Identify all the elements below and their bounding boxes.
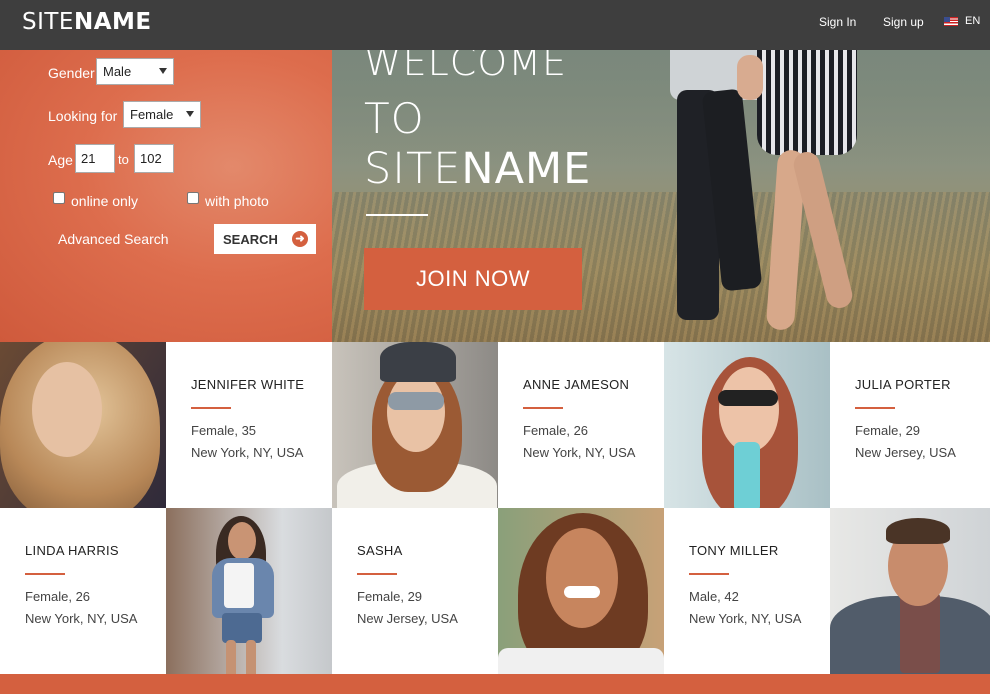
profile-location: New Jersey, USA	[357, 611, 458, 626]
language-selector[interactable]: EN	[944, 15, 980, 27]
hero-banner: WELCOME TO SITENAME JOIN NOW	[332, 50, 990, 342]
profile-gender-age: Female, 29	[855, 423, 921, 438]
profile-name[interactable]: ANNE JAMESON	[523, 377, 629, 392]
chevron-down-icon	[186, 111, 194, 117]
profile-name[interactable]: LINDA HARRIS	[25, 543, 119, 558]
arrow-right-icon: ➜	[292, 231, 308, 247]
with-photo-checkbox[interactable]	[187, 192, 199, 204]
gender-select-value: Male	[103, 64, 132, 79]
hero-divider	[366, 214, 428, 216]
sign-in-link[interactable]: Sign In	[819, 15, 856, 29]
profile-card-sasha[interactable]: SASHA Female, 29 New Jersey, USA	[332, 508, 498, 674]
age-from-input[interactable]: 21	[75, 144, 115, 173]
profile-divider	[357, 573, 397, 575]
profile-gender-age: Male, 42	[689, 589, 739, 604]
hero-title-site: SITE	[364, 144, 462, 194]
profile-divider	[25, 573, 65, 575]
search-button-label: SEARCH	[223, 231, 278, 247]
profile-divider	[689, 573, 729, 575]
profile-card-jennifer-white[interactable]: JENNIFER WHITE Female, 35 New York, NY, …	[166, 342, 332, 508]
hero-title-line1: WELCOME	[364, 50, 567, 84]
logo-light-text: SITE	[22, 9, 74, 35]
online-only-checkbox[interactable]	[53, 192, 65, 204]
profile-name[interactable]: TONY MILLER	[689, 543, 779, 558]
search-button[interactable]: SEARCH ➜	[214, 224, 316, 254]
profile-divider	[523, 407, 563, 409]
advanced-search-link[interactable]: Advanced Search	[58, 231, 169, 247]
profile-card-tony-miller[interactable]: TONY MILLER Male, 42 New York, NY, USA	[664, 508, 830, 674]
profile-gender-age: Female, 26	[523, 423, 589, 438]
profile-gender-age: Female, 26	[25, 589, 91, 604]
profile-card-julia-porter[interactable]: JULIA PORTER Female, 29 New Jersey, USA	[830, 342, 990, 508]
hero-title-line3: SITENAME	[364, 144, 591, 194]
profile-location: New York, NY, USA	[523, 445, 636, 460]
profile-photo-tony-miller[interactable]	[830, 508, 990, 674]
profile-photo-sasha[interactable]	[498, 508, 664, 674]
language-label: EN	[965, 15, 981, 27]
with-photo-label: with photo	[205, 193, 269, 209]
age-to-input[interactable]: 102	[134, 144, 174, 173]
profile-photo-linda-harris[interactable]	[166, 508, 332, 674]
age-to-label: to	[118, 152, 129, 167]
age-label: Age	[48, 152, 73, 168]
sign-up-link[interactable]: Sign up	[883, 15, 924, 29]
profile-location: New York, NY, USA	[689, 611, 802, 626]
quick-search-panel: Gender Male Looking for Female Age 21 to…	[0, 50, 332, 342]
profile-photo-jennifer-white[interactable]	[0, 342, 166, 508]
site-logo[interactable]: SITENAME	[22, 9, 152, 35]
profile-gender-age: Female, 35	[191, 423, 257, 438]
hero-title-name: NAME	[461, 144, 592, 194]
looking-for-label: Looking for	[48, 108, 118, 124]
profile-photo-julia-porter[interactable]	[664, 342, 830, 508]
profile-card-linda-harris[interactable]: LINDA HARRIS Female, 26 New York, NY, US…	[0, 508, 166, 674]
profile-location: New Jersey, USA	[855, 445, 956, 460]
profile-divider	[855, 407, 895, 409]
looking-for-select-value: Female	[130, 107, 174, 122]
looking-for-select[interactable]: Female	[123, 101, 201, 128]
hero-title-line2: TO	[364, 94, 425, 143]
profile-location: New York, NY, USA	[191, 445, 304, 460]
profile-gender-age: Female, 29	[357, 589, 423, 604]
profile-name[interactable]: JULIA PORTER	[855, 377, 951, 392]
bottom-accent-bar	[0, 674, 990, 694]
profile-card-anne-jameson[interactable]: ANNE JAMESON Female, 26 New York, NY, US…	[498, 342, 664, 508]
logo-bold-text: NAME	[73, 9, 152, 35]
profile-name[interactable]: JENNIFER WHITE	[191, 377, 304, 392]
chevron-down-icon	[159, 68, 167, 74]
profile-photo-anne-jameson[interactable]	[332, 342, 498, 508]
online-only-label: online only	[71, 193, 138, 209]
gender-select[interactable]: Male	[96, 58, 174, 85]
top-navbar: SITENAME Sign In Sign up EN	[0, 0, 990, 50]
us-flag-icon	[944, 16, 958, 26]
profile-divider	[191, 407, 231, 409]
profile-location: New York, NY, USA	[25, 611, 138, 626]
gender-label: Gender	[48, 65, 95, 81]
profile-name[interactable]: SASHA	[357, 543, 403, 558]
join-now-button[interactable]: JOIN NOW	[364, 248, 582, 310]
